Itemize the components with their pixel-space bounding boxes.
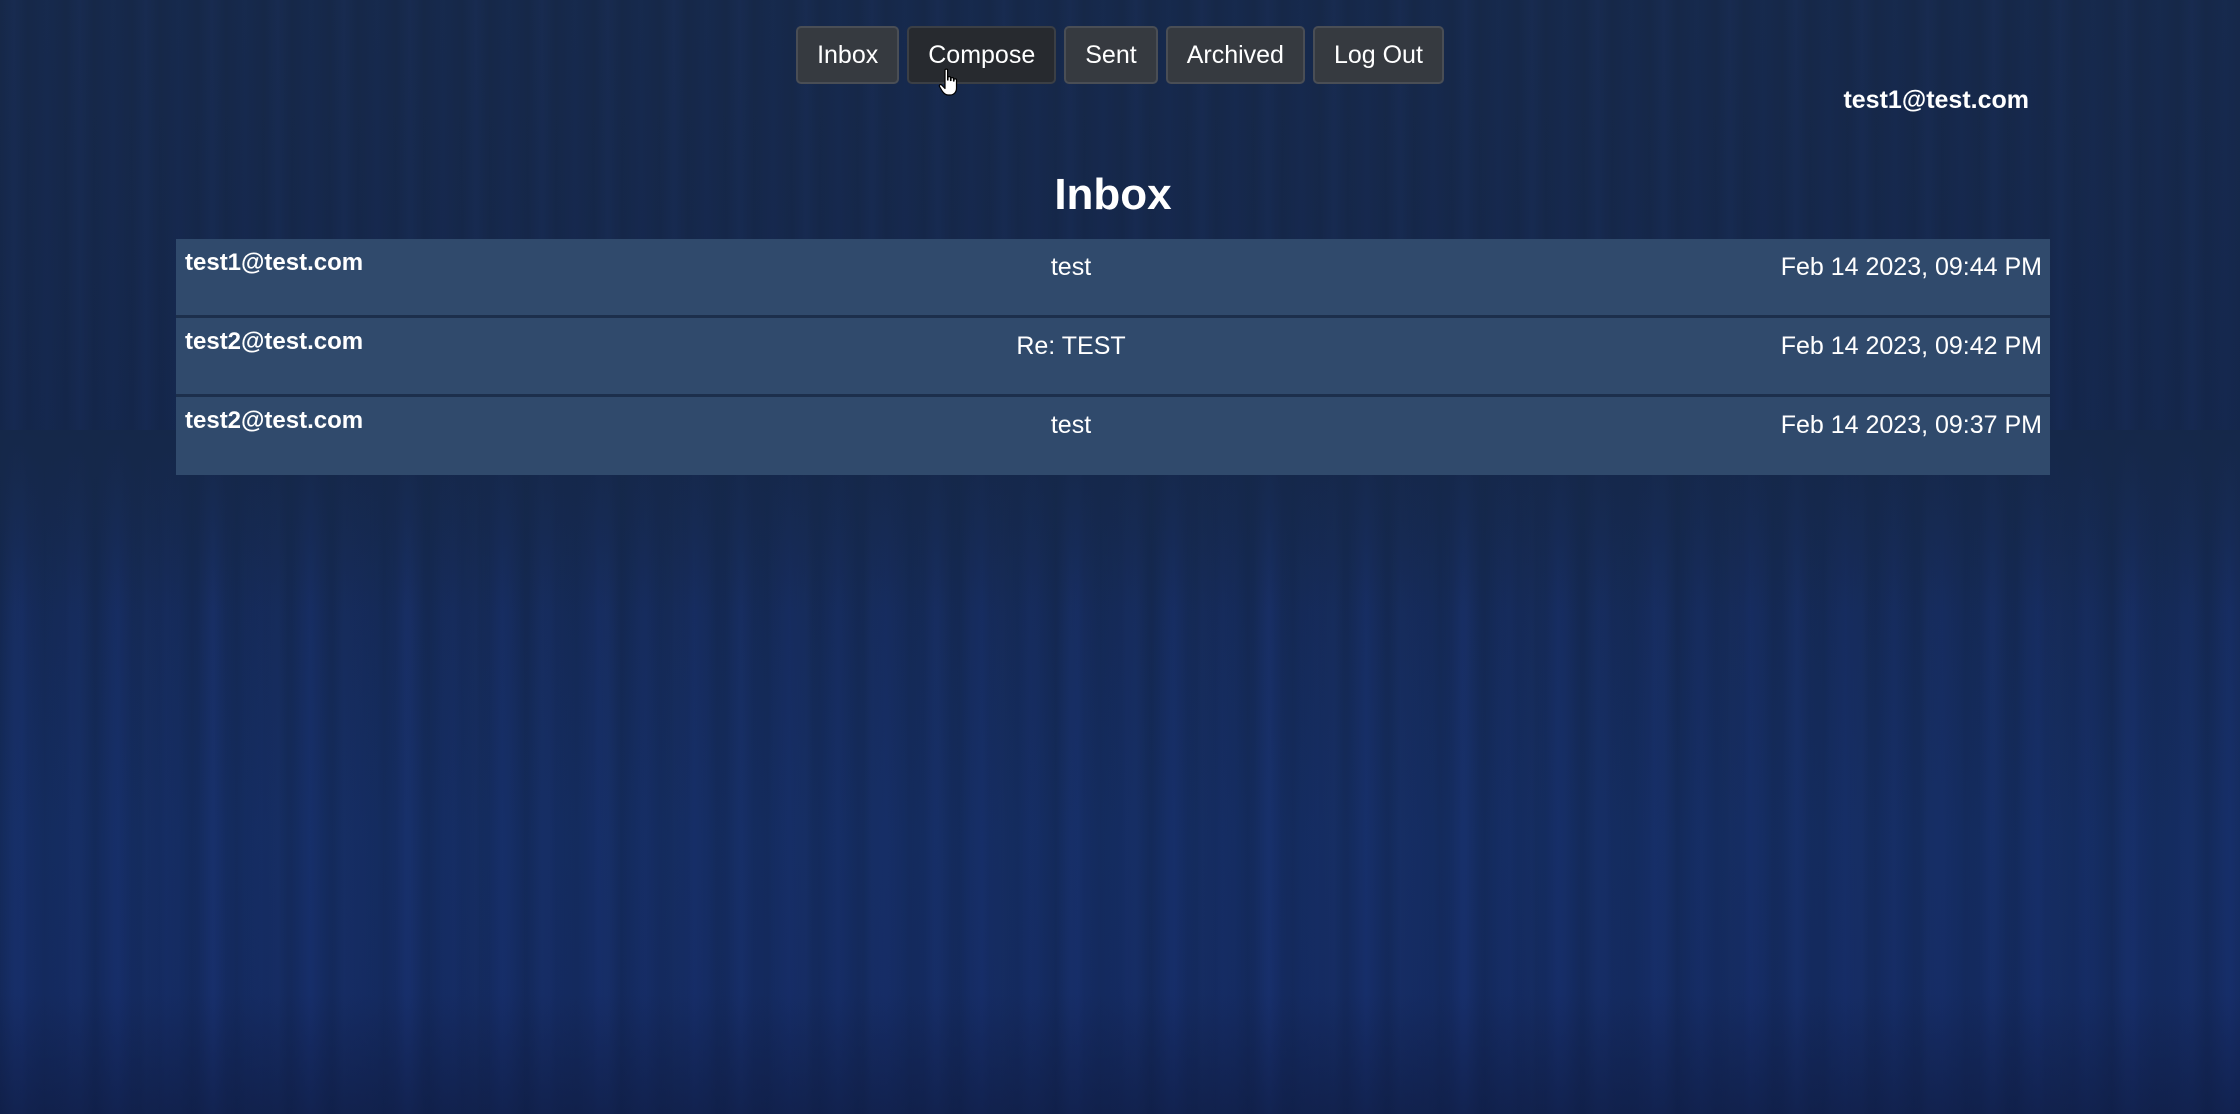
email-timestamp: Feb 14 2023, 09:44 PM [1780, 253, 2042, 281]
log-out-button[interactable]: Log Out [1312, 26, 1444, 84]
email-timestamp: Feb 14 2023, 09:37 PM [1780, 411, 2042, 439]
email-subject: Re: TEST [1016, 332, 1126, 360]
email-subject: test [1050, 411, 1092, 439]
email-timestamp: Feb 14 2023, 09:42 PM [1780, 332, 2042, 360]
top-nav: Inbox Compose Sent Archived Log Out [0, 26, 2240, 84]
compose-button[interactable]: Compose [907, 26, 1057, 84]
inbox-button[interactable]: Inbox [796, 26, 900, 84]
page-title: Inbox [1054, 170, 1172, 219]
hand-pointer-icon [938, 68, 958, 96]
background-streaks [0, 430, 2240, 1114]
email-row[interactable]: test2@test.com Re: TEST Feb 14 2023, 09:… [176, 318, 2050, 397]
email-row[interactable]: test2@test.com test Feb 14 2023, 09:37 P… [176, 397, 2050, 475]
email-row[interactable]: test1@test.com test Feb 14 2023, 09:44 P… [176, 239, 2050, 318]
email-list: test1@test.com test Feb 14 2023, 09:44 P… [176, 239, 2050, 475]
email-subject: test [1050, 253, 1092, 281]
sent-button[interactable]: Sent [1064, 26, 1158, 84]
user-email: test1@test.com [1843, 86, 2029, 114]
archived-button[interactable]: Archived [1165, 26, 1305, 84]
